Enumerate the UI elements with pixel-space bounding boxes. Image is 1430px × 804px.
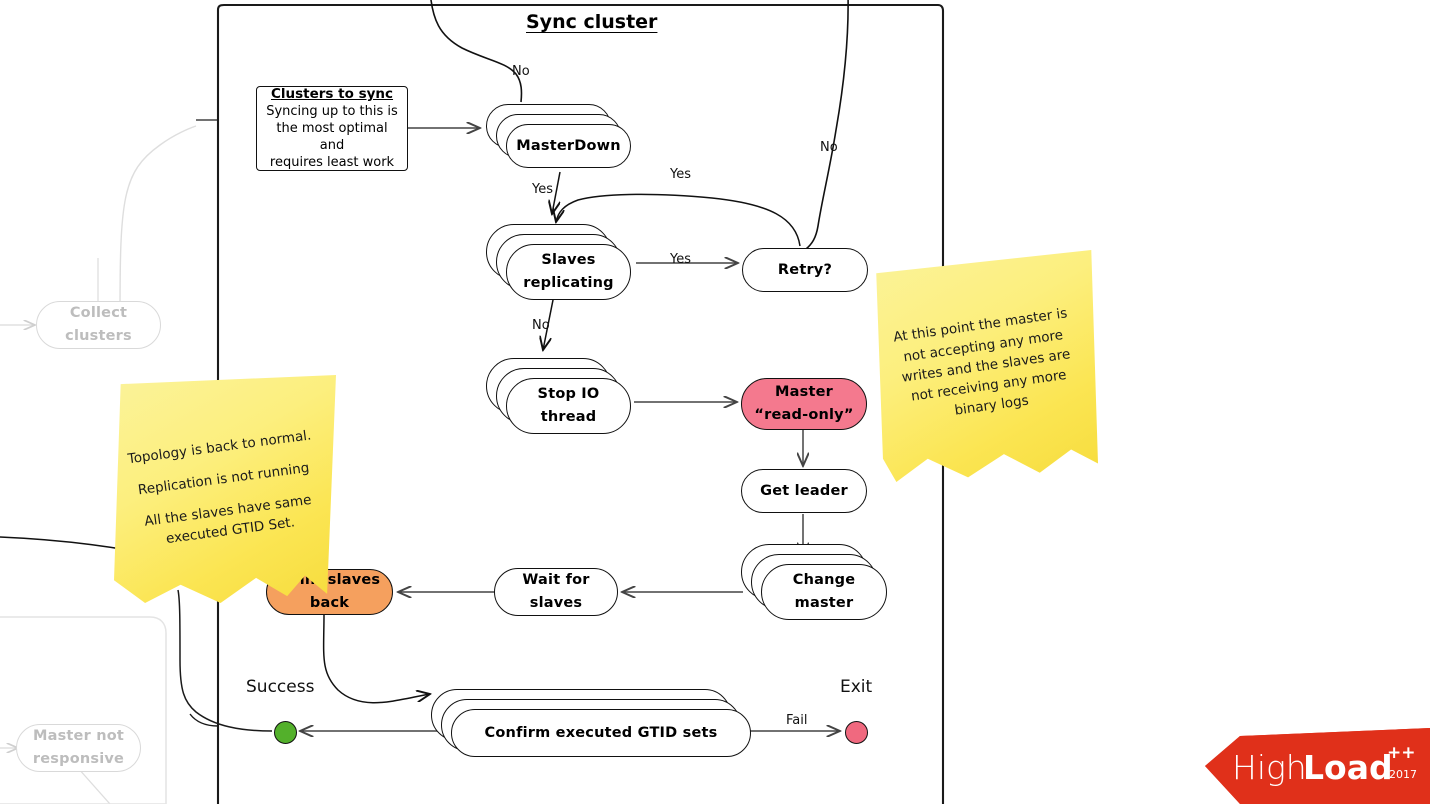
terminator-success-dot[interactable]: [274, 721, 297, 744]
edge-label-fail: Fail: [786, 713, 808, 728]
node-master-not-responsive-line1: Master not: [32, 727, 125, 744]
edge-label-yes-slaves: Yes: [670, 252, 691, 267]
node-master-down-label: MasterDown: [516, 137, 621, 154]
node-change-master[interactable]: Change master: [761, 564, 887, 620]
edge-pointslaves-confirm: [322, 613, 430, 704]
edge-success-out: [177, 589, 273, 732]
node-change-master-line2: master: [794, 595, 854, 611]
logo-text-year: 2017: [1389, 768, 1417, 781]
logo-text-load: Load: [1303, 748, 1393, 787]
node-get-leader[interactable]: Get leader: [741, 469, 867, 513]
sticky-note-right: At this point the master is not acceptin…: [874, 250, 1098, 482]
node-confirm-gtid[interactable]: Confirm executed GTID sets: [451, 709, 751, 757]
page-title: Sync cluster: [526, 11, 658, 33]
node-slaves-replicating[interactable]: Slaves replicating: [506, 244, 631, 300]
node-stop-io-thread-line2: thread: [540, 409, 597, 425]
node-confirm-gtid-label: Confirm executed GTID sets: [484, 724, 718, 741]
node-master-read-only-line1: Master: [775, 383, 833, 400]
node-master-read-only[interactable]: Master “read-only”: [741, 378, 867, 430]
node-retry[interactable]: Retry?: [742, 248, 868, 292]
node-wait-for-slaves-line1: Wait for: [522, 571, 590, 588]
node-collect-clusters: Collect clusters: [36, 301, 161, 349]
node-collect-clusters-line1: Collect: [69, 304, 128, 321]
node-master-not-responsive-line2: responsive: [32, 751, 125, 767]
node-clusters-to-sync-title: Clusters to sync: [270, 85, 394, 102]
sticky-note-right-text: At this point the master is not acceptin…: [859, 236, 1113, 497]
sticky-note-left: Topology is back to normal. Replication …: [114, 375, 336, 603]
node-clusters-to-sync-line2: the most optimal and: [276, 120, 388, 153]
node-retry-label: Retry?: [777, 261, 833, 278]
terminator-exit-dot[interactable]: [845, 721, 868, 744]
node-change-master-line1: Change: [792, 571, 856, 588]
node-wait-for-slaves[interactable]: Wait for slaves: [494, 568, 618, 616]
edge-label-yes-masterdown: Yes: [532, 182, 553, 197]
edge-label-no-top: No: [512, 64, 530, 79]
logo-text-plusplus: ++: [1387, 743, 1416, 763]
terminator-exit-label: Exit: [840, 677, 873, 697]
edge-no-top: [430, 0, 523, 103]
node-collect-clusters-line2: clusters: [65, 328, 132, 344]
edge-container-left-hook: [189, 713, 219, 727]
node-clusters-to-sync-line1: Syncing up to this is: [266, 103, 398, 119]
edge-no-right: [805, 0, 849, 250]
edge-label-no-slaves: No: [532, 318, 550, 333]
node-wait-for-slaves-line2: slaves: [529, 595, 583, 611]
node-slaves-replicating-line2: replicating: [523, 275, 614, 291]
node-clusters-to-sync[interactable]: Clusters to sync Syncing up to this is t…: [256, 86, 408, 171]
terminator-success-label: Success: [246, 677, 315, 697]
edge-label-yes-retry-loop: Yes: [670, 167, 691, 182]
sticky-note-left-text: Topology is back to normal. Replication …: [100, 361, 350, 616]
node-slaves-replicating-line1: Slaves: [541, 251, 596, 268]
edge-masterdown-yes: [552, 171, 561, 214]
node-get-leader-label: Get leader: [760, 482, 848, 499]
logo-text-high: High: [1232, 748, 1307, 787]
edge-label-no-right: No: [820, 140, 838, 155]
node-master-not-responsive: Master not responsive: [16, 724, 141, 772]
node-master-read-only-line2: “read-only”: [754, 407, 854, 423]
node-stop-io-thread[interactable]: Stop IO thread: [506, 378, 631, 434]
node-clusters-to-sync-line3: requires least work: [269, 155, 395, 171]
node-stop-io-thread-line1: Stop IO: [537, 385, 600, 402]
node-master-down[interactable]: MasterDown: [506, 124, 631, 168]
diagram-canvas: Sync cluster Collect clusters Master not…: [0, 0, 1430, 804]
